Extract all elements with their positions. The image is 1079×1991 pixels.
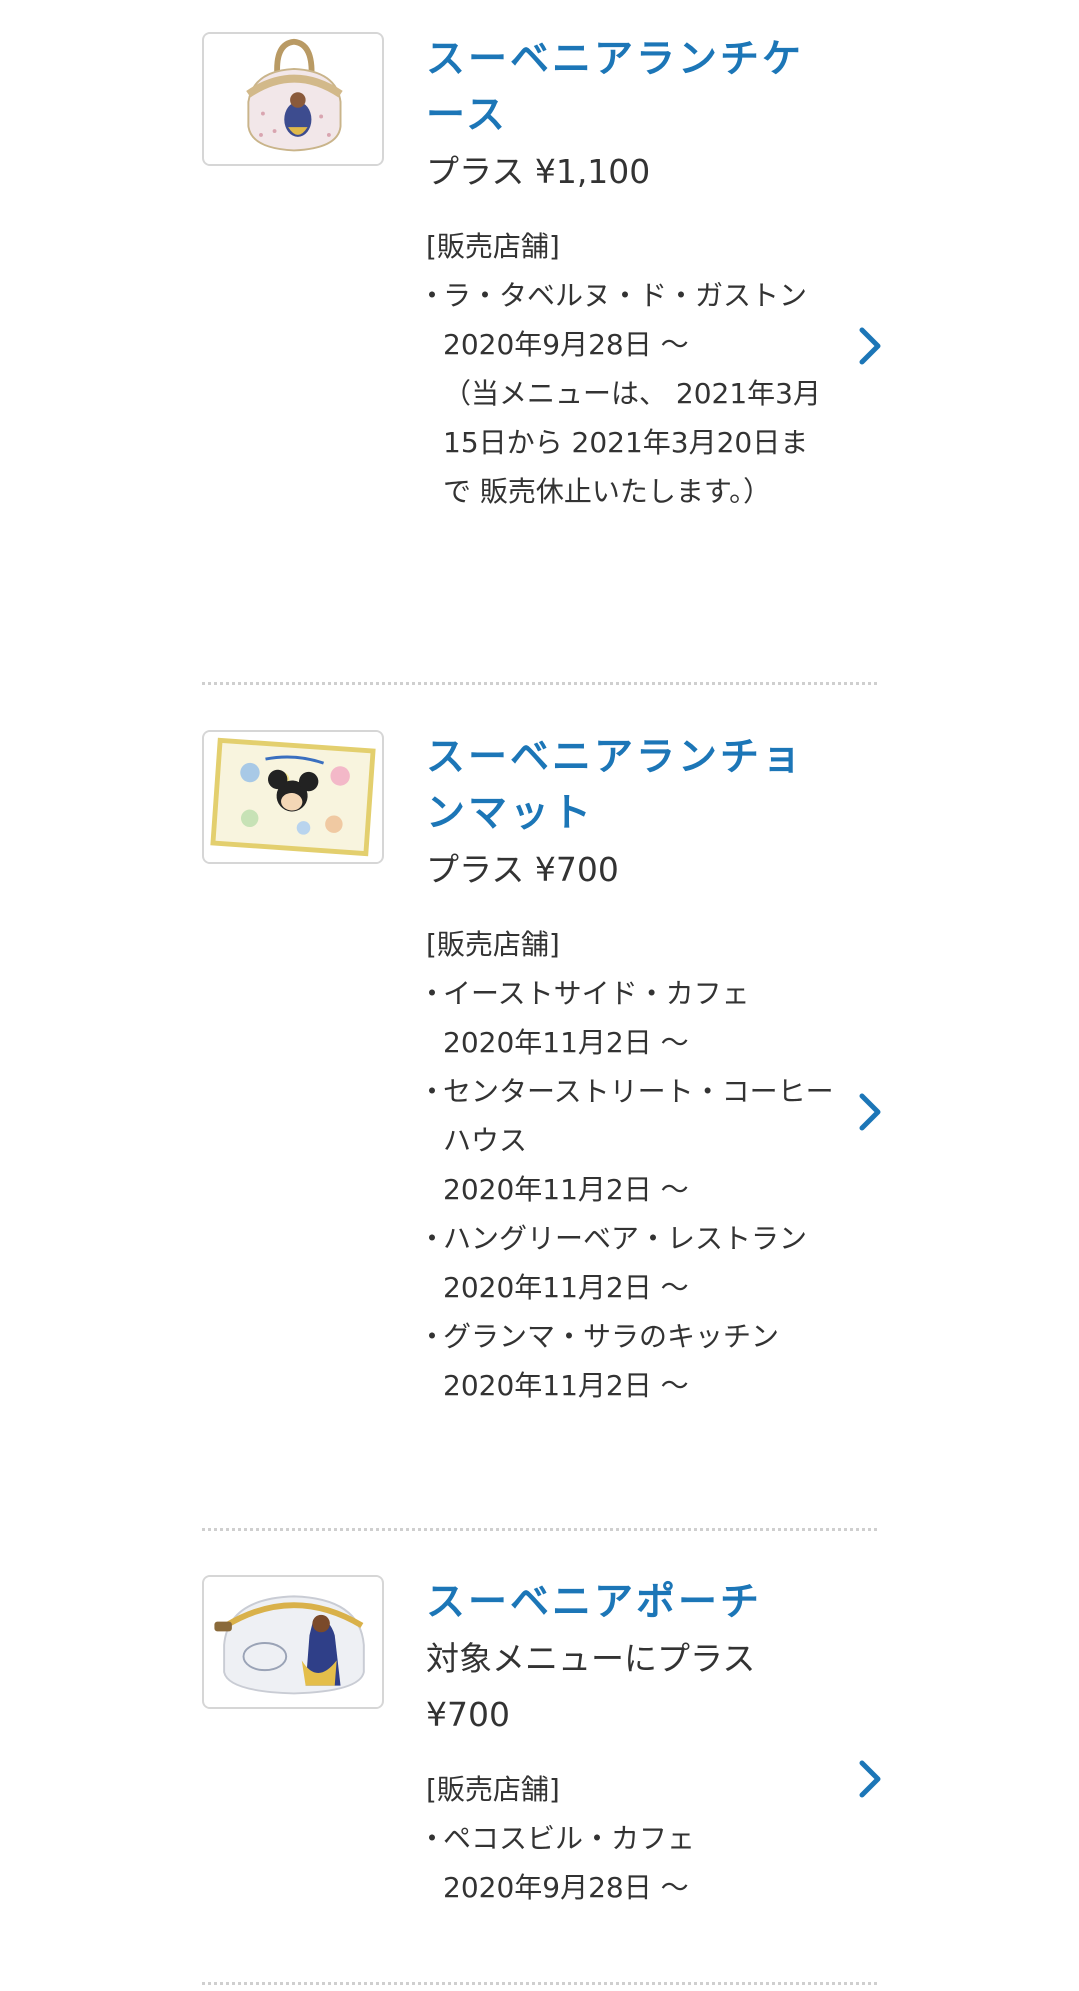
product-title[interactable]: スーベニアランチケース — [426, 32, 836, 144]
divider — [202, 1982, 877, 1985]
divider — [202, 1528, 877, 1531]
store-list-item: ペコスビル・カフェ 2020年9月28日 〜 — [418, 1814, 836, 1912]
product-title[interactable]: スーベニアポーチ — [426, 1575, 836, 1631]
product-info: スーベニアランチケース プラス ¥1,100 [販売店舗] ラ・タベルヌ・ド・ガ… — [418, 32, 836, 516]
store-date: 2020年11月2日 〜 — [443, 1369, 689, 1402]
store-date: 2020年11月2日 〜 — [443, 1026, 689, 1059]
chevron-right-icon[interactable] — [852, 324, 888, 368]
product-price: プラス ¥700 — [426, 850, 619, 889]
chevron-right-icon[interactable] — [852, 1757, 888, 1801]
store-list-item: グランマ・サラのキッチン 2020年11月2日 〜 — [418, 1312, 836, 1410]
store-list-item: ハングリーベア・レストラン 2020年11月2日 〜 — [418, 1214, 836, 1312]
store-name: ラ・タベルヌ・ド・ガストン — [443, 279, 808, 312]
store-list-item: センターストリート・コーヒーハウス 2020年11月2日 〜 — [418, 1067, 836, 1214]
store-date: 2020年9月28日 〜 — [443, 328, 689, 361]
store-date: 2020年11月2日 〜 — [443, 1173, 689, 1206]
product-price: プラス ¥1,100 — [426, 152, 651, 191]
store-date: 2020年9月28日 〜 — [443, 1871, 689, 1904]
stores-heading: [販売店舗] — [426, 928, 560, 961]
divider — [202, 682, 877, 685]
store-name: イーストサイド・カフェ — [443, 977, 750, 1010]
stores-heading: [販売店舗] — [426, 230, 560, 263]
stores-heading: [販売店舗] — [426, 1773, 560, 1806]
product-item-luncheon-mat[interactable]: スーベニアランチョンマット プラス ¥700 [販売店舗] イーストサイド・カフ… — [202, 730, 881, 1470]
lunch-case-image — [202, 32, 384, 166]
store-list: イーストサイド・カフェ 2020年11月2日 〜 センターストリート・コーヒーハ… — [418, 969, 836, 1410]
store-name: ハングリーベア・レストラン — [443, 1222, 808, 1255]
product-item-pouch[interactable]: スーベニアポーチ 対象メニューにプラス ¥700 [販売店舗] ペコスビル・カフ… — [202, 1575, 881, 1955]
store-list-item: ラ・タベルヌ・ド・ガストン 2020年9月28日 〜 （当メニューは、 2021… — [418, 271, 836, 516]
luncheon-mat-image — [202, 730, 384, 864]
store-note: （当メニューは、 2021年3月15日から 2021年3月20日まで 販売休止い… — [443, 377, 821, 508]
chevron-right-icon[interactable] — [852, 1090, 888, 1134]
product-info: スーベニアポーチ 対象メニューにプラス ¥700 [販売店舗] ペコスビル・カフ… — [418, 1575, 836, 1912]
store-name: ペコスビル・カフェ — [443, 1822, 696, 1855]
store-list: ペコスビル・カフェ 2020年9月28日 〜 — [418, 1814, 836, 1912]
product-info: スーベニアランチョンマット プラス ¥700 [販売店舗] イーストサイド・カフ… — [418, 730, 836, 1410]
store-list: ラ・タベルヌ・ド・ガストン 2020年9月28日 〜 （当メニューは、 2021… — [418, 271, 836, 516]
product-title[interactable]: スーベニアランチョンマット — [426, 730, 836, 842]
product-item-lunch-case[interactable]: スーベニアランチケース プラス ¥1,100 [販売店舗] ラ・タベルヌ・ド・ガ… — [202, 32, 881, 632]
store-name: センターストリート・コーヒーハウス — [443, 1075, 834, 1157]
pouch-image — [202, 1575, 384, 1709]
product-price: 対象メニューにプラス ¥700 — [426, 1639, 756, 1734]
store-date: 2020年11月2日 〜 — [443, 1271, 689, 1304]
store-list-item: イーストサイド・カフェ 2020年11月2日 〜 — [418, 969, 836, 1067]
store-name: グランマ・サラのキッチン — [443, 1320, 780, 1353]
